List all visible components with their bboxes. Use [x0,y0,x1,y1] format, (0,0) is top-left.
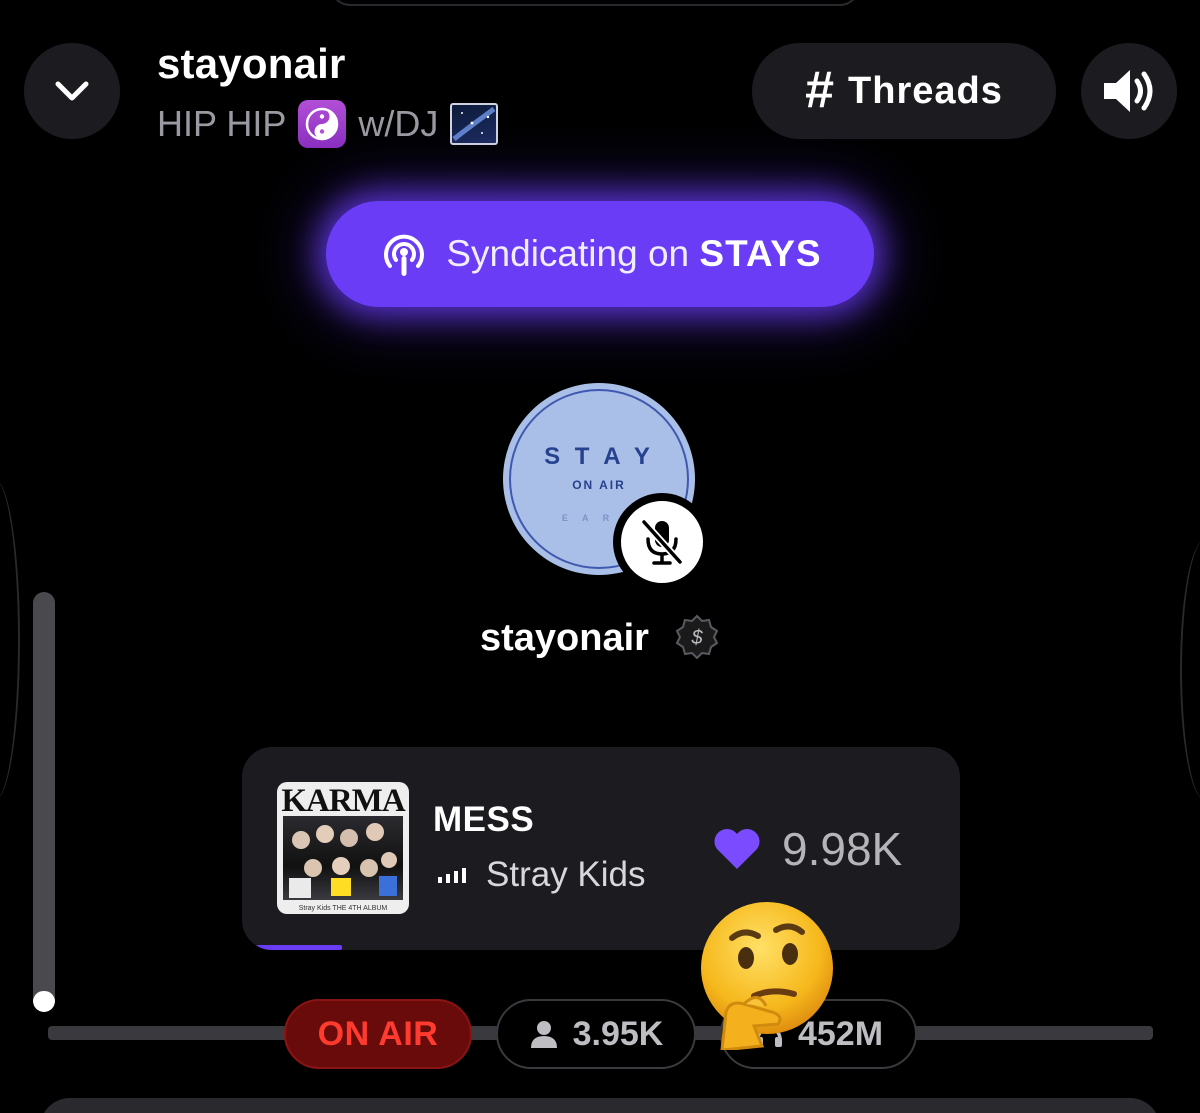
song-title: MESS [433,800,535,839]
milky-way-icon [450,103,499,145]
threads-button[interactable]: # Threads [752,43,1056,139]
album-title: KARMA [281,783,405,819]
on-air-badge: ON AIR [284,999,472,1069]
svg-text:$: $ [690,627,703,649]
top-handle [330,0,860,6]
equalizer-icon [438,868,466,883]
track-progress-fill [256,945,343,950]
threads-label: Threads [848,69,1003,112]
subtitle-suffix: w/DJ [358,103,439,144]
thinking-face-icon [701,902,833,1050]
track-progress [242,945,960,950]
edge-curve-right [1180,540,1200,800]
listeners-pill[interactable]: 3.95K [496,999,696,1069]
subtitle-prefix: HIP HIP [157,103,287,144]
avatar-logo-sub: ON AIR [572,478,626,492]
avatar-logo-main: S T A Y [544,443,654,470]
artist-name: Stray Kids [486,855,646,894]
host-name: stayonair [480,617,649,659]
room-subtitle: HIP HIP w/DJ [157,100,499,148]
room-title: stayonair [157,40,346,87]
album-caption: Stray Kids THE 4TH ALBUM [298,905,388,912]
verified-badge-icon: $ [675,614,719,660]
muted-mic-badge [613,493,711,591]
bottom-sheet[interactable] [40,1098,1160,1113]
album-art: KARMA Stray Kids THE 4TH ALBUM [277,782,409,914]
person-icon [530,1021,557,1048]
collapse-button[interactable] [24,43,120,139]
listener-count: 3.95K [572,1014,664,1053]
chevron-down-icon [55,81,89,101]
volume-slider[interactable] [33,592,55,1012]
hashtag-icon: # [805,61,835,119]
syndicating-text: Syndicating on STAYS [446,233,822,274]
edge-curve-left [0,480,20,800]
sound-button[interactable] [1081,43,1177,139]
like-button[interactable]: 9.98K [712,822,902,876]
podcast-icon [384,234,425,276]
speaker-icon [1104,70,1153,112]
like-count: 9.98K [782,823,903,875]
album-photo [283,816,403,900]
artist-row: Stray Kids [438,855,646,895]
heart-icon [714,829,760,869]
syndicating-pill[interactable]: Syndicating on STAYS [326,201,874,307]
volume-fill [33,991,55,1012]
now-playing-card[interactable]: KARMA Stray Kids THE 4TH ALBUM MESS Stra… [242,747,960,950]
syndicate-brand: STAYS [699,233,822,274]
yin-yang-icon [298,100,347,148]
mic-muted-icon [641,519,683,565]
